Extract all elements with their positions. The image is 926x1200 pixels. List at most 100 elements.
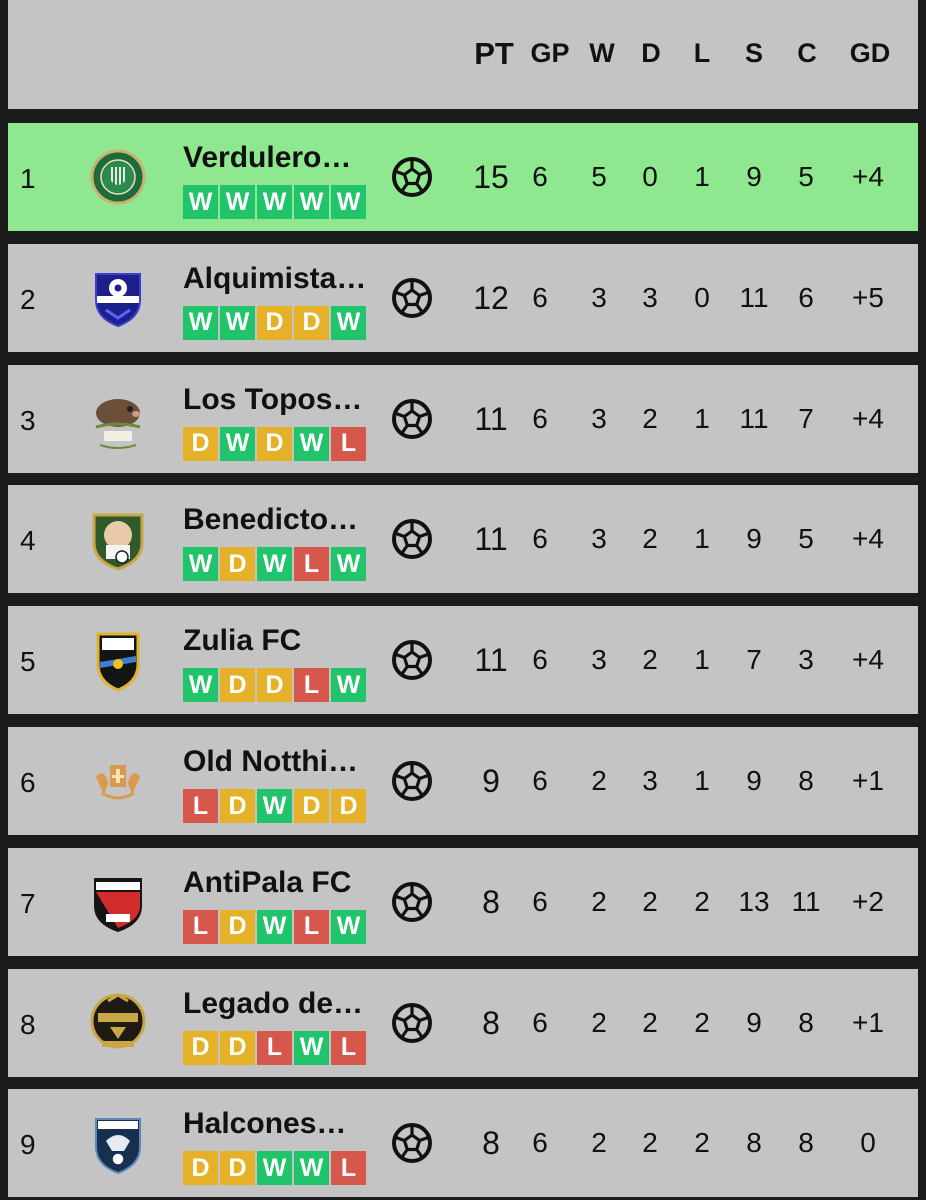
team-name[interactable]: Legado de… xyxy=(183,987,363,1021)
table-row[interactable]: 7 AntiPala FC L D W L W 8 6 2 2 2 13 11 +2 xyxy=(8,847,918,956)
stat-pt: 9 xyxy=(482,763,500,799)
form-guide: WWDDW xyxy=(183,305,366,340)
team-name[interactable]: Verdulero… xyxy=(183,141,351,175)
form-chip: D xyxy=(257,426,292,461)
stat-gp: 6 xyxy=(532,765,548,796)
stat-d: 2 xyxy=(642,1127,658,1159)
table-row[interactable]: 3 Los Topos… D W D W L 11 6 3 2 1 11 7 +4 xyxy=(8,364,918,473)
form-chip: D xyxy=(220,1151,255,1186)
stat-gd: +2 xyxy=(852,885,884,917)
stat-l: 1 xyxy=(694,402,710,434)
stat-s: 9 xyxy=(746,765,762,796)
form-chip: D xyxy=(220,547,255,582)
form-guide: WWWWW xyxy=(183,185,366,219)
form-chip: W xyxy=(294,426,329,461)
table-row[interactable]: 8 Legado de… D D L W L 8 6 2 2 2 9 8 +1 xyxy=(8,968,918,1077)
stat-l: 2 xyxy=(694,1127,710,1159)
stat-gd: +5 xyxy=(852,281,884,313)
table-row[interactable]: 4 Benedicto… W D W L W 11 6 3 2 1 9 5 +4 xyxy=(8,485,918,594)
form-chip: D xyxy=(257,305,292,340)
position: 7 xyxy=(20,887,36,919)
stat-d: 2 xyxy=(642,523,658,555)
stat-s: 13 xyxy=(738,885,770,917)
form-chip: W xyxy=(183,668,218,703)
stat-w: 3 xyxy=(591,281,607,313)
stat-l: 2 xyxy=(694,885,710,917)
form-chip: W xyxy=(294,1151,329,1186)
team-crest xyxy=(86,991,150,1055)
position: 9 xyxy=(20,1129,36,1161)
soccer-ball-icon[interactable] xyxy=(391,1002,433,1044)
stat-gd: +4 xyxy=(852,644,884,676)
form-chip: W xyxy=(257,789,292,823)
table-row[interactable]: 2 Alquimista… W W D D W 12 6 3 3 0 11 6 +5 xyxy=(8,243,918,352)
form-chip: W xyxy=(220,305,255,340)
form-chip: W xyxy=(331,185,366,219)
form-guide: DDWWL xyxy=(183,1151,366,1186)
team-name[interactable]: Los Topos… xyxy=(183,383,362,417)
team-name[interactable]: AntiPala FC xyxy=(183,866,351,900)
team-crest xyxy=(86,387,150,451)
table-row[interactable]: 5 Zulia FC W D D L W 11 6 3 2 1 7 3 +4 xyxy=(8,606,918,715)
team-crest xyxy=(86,1111,150,1175)
soccer-ball-icon[interactable] xyxy=(391,518,433,560)
team-crest xyxy=(86,266,150,330)
stat-w: 3 xyxy=(591,644,607,676)
form-chip: L xyxy=(183,909,218,944)
table-row[interactable]: 6 Old Notthi… L D W D D 9 6 2 3 1 9 8 +1 xyxy=(8,727,918,835)
form-chip: L xyxy=(183,789,218,823)
form-chip: W xyxy=(257,1151,292,1186)
stat-pt: 8 xyxy=(482,883,500,920)
stat-gd: +4 xyxy=(852,523,884,555)
form-chip: D xyxy=(257,668,292,703)
stat-c: 8 xyxy=(798,1127,814,1159)
form-chip: D xyxy=(220,789,255,823)
soccer-ball-icon[interactable] xyxy=(391,760,433,802)
stat-pt: 11 xyxy=(474,521,508,558)
header-s: S xyxy=(744,38,764,68)
stat-s: 7 xyxy=(746,644,762,676)
team-crest xyxy=(86,870,150,934)
position: 8 xyxy=(20,1008,36,1040)
stat-gp: 6 xyxy=(532,523,548,555)
soccer-ball-icon[interactable] xyxy=(391,1122,433,1164)
stat-c: 5 xyxy=(798,523,814,555)
form-guide: DDLWL xyxy=(183,1030,366,1065)
team-name[interactable]: Benedicto… xyxy=(183,503,358,537)
standings-table: PT GP W D L S C GD 1 Verdulero… W W W W W 15 6 5 0… xyxy=(0,0,926,1200)
soccer-ball-icon[interactable] xyxy=(391,881,433,923)
header-d: D xyxy=(641,38,661,68)
stat-w: 2 xyxy=(591,765,607,796)
stat-pt: 8 xyxy=(482,1125,500,1162)
header-pt: PT xyxy=(474,36,514,71)
table-row[interactable]: 9 Halcones… D D W W L 8 6 2 2 2 8 8 0 xyxy=(8,1089,918,1198)
soccer-ball-icon[interactable] xyxy=(391,156,433,198)
stat-d: 0 xyxy=(642,161,658,192)
form-chip: W xyxy=(257,185,292,219)
stat-s: 9 xyxy=(746,1006,762,1038)
form-chip: L xyxy=(294,668,329,703)
stat-c: 8 xyxy=(798,765,814,796)
form-chip: D xyxy=(294,789,329,823)
form-chip: L xyxy=(294,909,329,944)
table-row[interactable]: 1 Verdulero… W W W W W 15 6 5 0 1 9 5 +4 xyxy=(8,123,918,231)
stat-pt: 8 xyxy=(482,1004,500,1041)
stat-pt: 11 xyxy=(474,400,508,437)
team-name[interactable]: Alquimista… xyxy=(183,262,366,296)
soccer-ball-icon[interactable] xyxy=(391,639,433,681)
form-guide: LDWLW xyxy=(183,909,366,944)
stat-d: 2 xyxy=(642,644,658,676)
form-chip: D xyxy=(183,1151,218,1186)
team-name[interactable]: Zulia FC xyxy=(183,624,301,658)
stat-gd: +4 xyxy=(852,161,884,192)
stat-gd: +1 xyxy=(852,765,884,796)
stat-gp: 6 xyxy=(532,281,548,313)
stat-w: 5 xyxy=(591,161,607,192)
soccer-ball-icon[interactable] xyxy=(391,398,433,440)
team-name[interactable]: Halcones… xyxy=(183,1107,346,1141)
team-crest xyxy=(86,507,150,571)
stat-gp: 6 xyxy=(532,644,548,676)
soccer-ball-icon[interactable] xyxy=(391,277,433,319)
team-name[interactable]: Old Notthi… xyxy=(183,745,358,779)
stat-s: 9 xyxy=(746,523,762,555)
